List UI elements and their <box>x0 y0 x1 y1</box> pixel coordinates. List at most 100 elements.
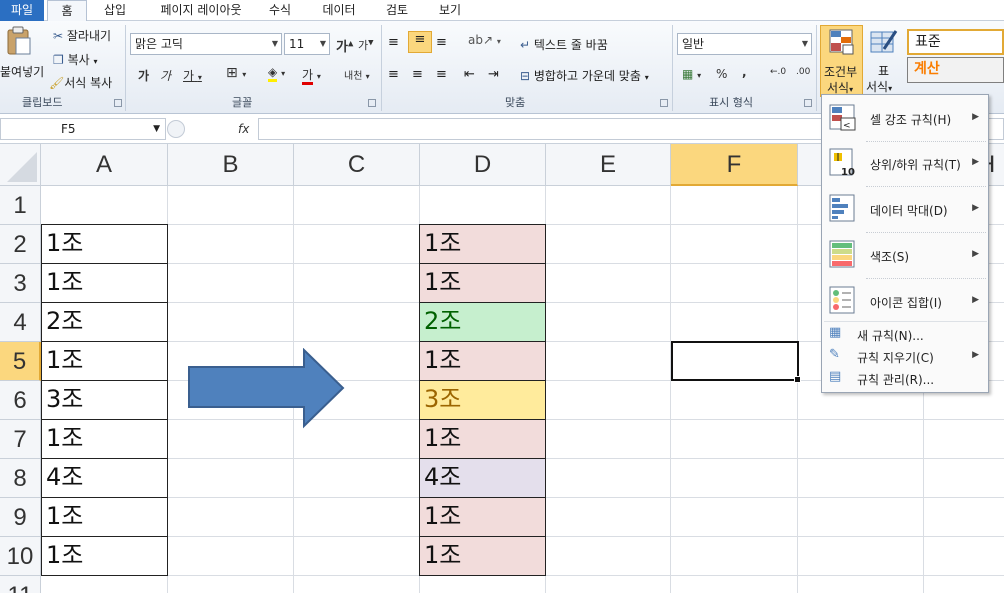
comma-button[interactable]: , <box>742 65 747 79</box>
tab-file[interactable]: 파일 <box>0 0 44 21</box>
fill-color-button[interactable]: ◈ ▾ <box>268 65 285 82</box>
align-top-icon[interactable]: ≡ <box>388 35 399 50</box>
right-arrow-shape[interactable] <box>186 348 348 430</box>
tab-data[interactable]: 데이터 <box>314 0 364 21</box>
font-name-combo[interactable]: 맑은 고딕 ▼ <box>130 33 282 55</box>
tab-home[interactable]: 홈 <box>47 0 87 22</box>
menu-item-icon-sets[interactable]: 아이콘 집합(I) ▶ <box>823 280 987 322</box>
active-cell-f5[interactable] <box>671 341 801 383</box>
cell-a6[interactable]: 3조 <box>41 380 168 420</box>
menu-item-new-rule[interactable]: ▦ 새 규칙(N)... <box>823 324 987 346</box>
column-header-b[interactable]: B <box>168 144 294 186</box>
cell-d8[interactable]: 4조 <box>419 458 546 498</box>
cell-d4[interactable]: 2조 <box>419 302 546 342</box>
row-header-8[interactable]: 8 <box>0 459 41 498</box>
conditional-format-button[interactable]: 조건부 서식▾ <box>820 25 863 97</box>
column-header-d[interactable]: D <box>420 144 546 186</box>
cell-d6[interactable]: 3조 <box>419 380 546 420</box>
cell-d9[interactable]: 1조 <box>419 497 546 537</box>
increase-indent-icon[interactable]: ⇥ <box>488 67 499 82</box>
align-bottom-icon[interactable]: ≡ <box>436 35 447 50</box>
increase-decimal-icon[interactable]: ←.0 <box>770 67 786 77</box>
column-header-c[interactable]: C <box>294 144 420 186</box>
cell-a10[interactable]: 1조 <box>41 536 168 576</box>
tab-formulas[interactable]: 수식 <box>262 0 298 21</box>
cell-d7[interactable]: 1조 <box>419 419 546 459</box>
menu-item-highlight-cells[interactable]: < 셀 강조 규칙(H) ▶ <box>823 98 987 138</box>
font-size-combo[interactable]: 11 ▼ <box>284 33 330 55</box>
menu-item-clear-rules[interactable]: ✎ 규칙 지우기(C) ▶ <box>823 346 987 368</box>
shrink-font-button[interactable]: 가▼ <box>358 37 374 53</box>
menu-item-data-bars[interactable]: 데이터 막대(D) ▶ <box>823 188 987 230</box>
format-as-table-button[interactable]: 표 서식▾ <box>866 25 904 97</box>
cell-a9[interactable]: 1조 <box>41 497 168 537</box>
row-header-1[interactable]: 1 <box>0 186 41 225</box>
style-calculation[interactable]: 계산 <box>907 57 1004 83</box>
cut-button[interactable]: ✂ 잘라내기 <box>53 27 111 44</box>
column-header-e[interactable]: E <box>546 144 671 186</box>
cell-a5[interactable]: 1조 <box>41 341 168 381</box>
cell-d2[interactable]: 1조 <box>419 224 546 264</box>
copy-label: 복사 <box>67 53 90 67</box>
alignment-launcher[interactable] <box>660 99 668 107</box>
tab-insert[interactable]: 삽입 <box>95 0 135 21</box>
row-header-6[interactable]: 6 <box>0 381 41 420</box>
row-header-9[interactable]: 9 <box>0 498 41 537</box>
number-launcher[interactable] <box>804 99 812 107</box>
align-right-icon[interactable]: ≡ <box>436 67 447 82</box>
select-all-button[interactable] <box>0 144 41 186</box>
phonetic-button[interactable]: 내천 ▾ <box>344 67 370 82</box>
percent-button[interactable]: % <box>716 67 727 81</box>
row-header-3[interactable]: 3 <box>0 264 41 303</box>
orientation-icon[interactable]: ab↗ ▾ <box>468 33 501 47</box>
column-header-f[interactable]: F <box>671 144 798 186</box>
underline-button[interactable]: 가 ▾ <box>183 67 202 84</box>
decrease-decimal-icon[interactable]: .00 <box>796 67 810 77</box>
cell-a3[interactable]: 1조 <box>41 263 168 303</box>
menu-item-top-bottom[interactable]: 10 상위/하위 규칙(T) ▶ <box>823 143 987 183</box>
currency-button[interactable]: ▦ ▾ <box>682 67 701 81</box>
align-middle-icon[interactable]: ≡ <box>408 31 432 53</box>
font-color-button[interactable]: 가 ▾ <box>302 66 321 85</box>
cell-d3[interactable]: 1조 <box>419 263 546 303</box>
border-button[interactable]: ⊞ ▾ <box>226 65 246 81</box>
merge-center-button[interactable]: ⊟ 병합하고 가운데 맞춤 ▾ <box>520 67 649 84</box>
name-box[interactable]: F5 ▼ <box>0 118 166 140</box>
column-header-a[interactable]: A <box>41 144 168 186</box>
tab-review[interactable]: 검토 <box>377 0 417 21</box>
cell-a7[interactable]: 1조 <box>41 419 168 459</box>
formula-bar-handle[interactable] <box>167 120 185 138</box>
number-format-combo[interactable]: 일반 ▼ <box>677 33 812 55</box>
paste-button[interactable]: 붙여넣기 <box>0 63 44 80</box>
font-launcher[interactable] <box>368 99 376 107</box>
tab-view[interactable]: 보기 <box>430 0 470 21</box>
grow-font-button[interactable]: 가▲ <box>336 36 353 55</box>
row-header-7[interactable]: 7 <box>0 420 41 459</box>
divider <box>125 25 126 111</box>
cell-d10[interactable]: 1조 <box>419 536 546 576</box>
decrease-indent-icon[interactable]: ⇤ <box>464 67 475 82</box>
paste-icon[interactable] <box>4 26 34 56</box>
menu-item-manage-rules[interactable]: ▤ 규칙 관리(R)... <box>823 368 987 390</box>
cell-a8[interactable]: 4조 <box>41 458 168 498</box>
row-header-11[interactable]: 11 <box>0 576 41 593</box>
copy-button[interactable]: ❐ 복사 ▾ <box>53 51 98 68</box>
clipboard-launcher[interactable] <box>114 99 122 107</box>
tab-page-layout[interactable]: 페이지 레이아웃 <box>145 0 257 21</box>
align-left-icon[interactable]: ≡ <box>388 67 399 82</box>
menu-item-color-scales[interactable]: 색조(S) ▶ <box>823 234 987 276</box>
insert-function-button[interactable]: fx <box>238 122 249 136</box>
wrap-text-button[interactable]: ↵ 텍스트 줄 바꿈 <box>520 36 608 53</box>
cell-d5[interactable]: 1조 <box>419 341 546 381</box>
format-painter-button[interactable]: 🖌서식 복사 <box>49 74 112 91</box>
row-header-10[interactable]: 10 <box>0 537 41 576</box>
cell-a4[interactable]: 2조 <box>41 302 168 342</box>
bold-button[interactable]: 가 <box>138 67 149 84</box>
align-center-icon[interactable]: ≡ <box>412 67 423 82</box>
row-header-5[interactable]: 5 <box>0 342 41 381</box>
italic-button[interactable]: 가 <box>160 67 171 84</box>
row-header-2[interactable]: 2 <box>0 225 41 264</box>
row-header-4[interactable]: 4 <box>0 303 41 342</box>
cell-a2[interactable]: 1조 <box>41 224 168 264</box>
style-normal[interactable]: 표준 <box>907 29 1004 55</box>
